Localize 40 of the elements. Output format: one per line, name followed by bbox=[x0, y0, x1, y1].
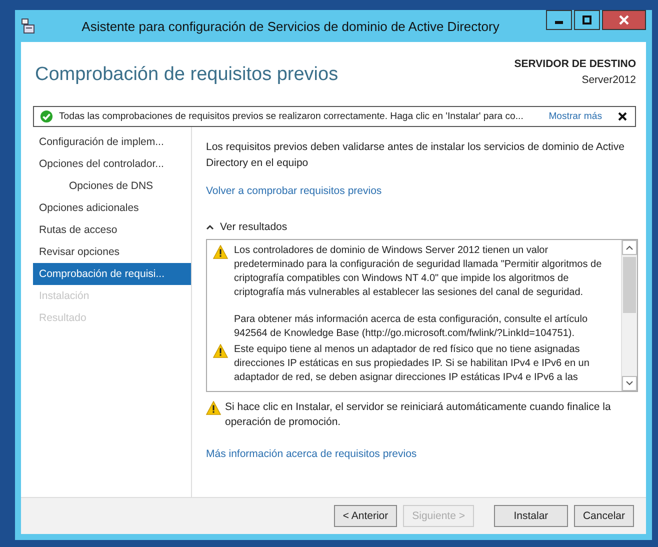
check-icon bbox=[40, 110, 53, 123]
sidebar-item[interactable]: Opciones del controlador... bbox=[33, 153, 191, 175]
scroll-down-icon[interactable] bbox=[626, 381, 633, 386]
target-server-label: SERVIDOR DE DESTINO bbox=[514, 57, 636, 72]
server-icon bbox=[21, 18, 35, 34]
warning-icon bbox=[213, 344, 228, 358]
page-title: Comprobación de requisitos previos bbox=[35, 64, 338, 87]
intro-text: Los requisitos previos deben validarse antes de instalar los servicios de dominio de Active Directory en el equipo bbox=[206, 140, 626, 171]
sidebar-item[interactable]: Configuración de implem... bbox=[33, 131, 191, 153]
sidebar-item[interactable]: Revisar opciones bbox=[33, 241, 191, 263]
results-toggle[interactable]: Ver resultados bbox=[206, 221, 638, 233]
result-text: Los controladores de dominio de Windows Server 2012 tienen un valor predeterminado para la configuración de seguridad llamada "Permitir algoritmos de criptografía compatibles con Windows NT 4.0" que impide los algoritmos de criptografía más vulnerables al establecer las sesiones del canal de seguridad. bbox=[234, 244, 603, 300]
result-text: Para obtener más información acerca de esta configuración, consulte el artículo 942564 de Knowledge Base (http://go.microsoft.com/fwlink/?LinkId=104751). bbox=[234, 313, 589, 341]
target-server-name: Server2012 bbox=[580, 73, 636, 88]
restart-warning-text: Si hace clic en Instalar, el servidor se reiniciará automáticamente cuando finalice la operación de promoción. bbox=[225, 400, 612, 430]
warning-icon bbox=[213, 245, 228, 259]
sidebar-item[interactable]: Comprobación de requisi... bbox=[33, 263, 191, 285]
sidebar-item[interactable]: Opciones de DNS bbox=[33, 175, 191, 197]
sidebar-item[interactable]: Opciones adicionales bbox=[33, 197, 191, 219]
warning-icon bbox=[206, 401, 221, 415]
caret-icon bbox=[206, 224, 214, 230]
recheck-link[interactable]: Volver a comprobar requisitos previos bbox=[206, 185, 638, 197]
scroll-up-icon[interactable] bbox=[626, 245, 633, 250]
result-text: Este equipo tiene al menos un adaptador de red físico que no tiene asignadas direcciones IP estáticas en sus propiedades IP. Si se habilitan IPv4 e IPv6 en un adaptador de red, se deben asignar direcciones IP estáticas IPv4 e IPv6 a las bbox=[234, 343, 590, 385]
notification-text: Todas las comprobaciones de requisitos previos se realizaron correctamente. Haga clic en 'Instalar' para co... bbox=[59, 111, 524, 122]
close-button[interactable] bbox=[602, 10, 646, 30]
wizard-button[interactable]: Instalar bbox=[494, 505, 568, 527]
show-more-link[interactable]: Mostrar más bbox=[548, 111, 602, 122]
maximize-button[interactable] bbox=[574, 10, 600, 30]
close-icon bbox=[619, 15, 629, 25]
results-toggle-label: Ver resultados bbox=[220, 221, 288, 233]
more-info-link[interactable]: Más información acerca de requisitos previos bbox=[206, 448, 638, 460]
close-icon[interactable] bbox=[618, 112, 627, 121]
window-title: Asistente para configuración de Servicios de dominio de Active Directory bbox=[80, 18, 500, 34]
maximize-icon bbox=[582, 15, 592, 25]
wizard-button[interactable]: Cancelar bbox=[574, 505, 634, 527]
sidebar-item[interactable]: Rutas de acceso bbox=[33, 219, 191, 241]
minimize-button[interactable] bbox=[546, 10, 572, 30]
wizard-button[interactable]: < Anterior bbox=[334, 505, 398, 527]
scrollbar[interactable] bbox=[621, 240, 637, 391]
